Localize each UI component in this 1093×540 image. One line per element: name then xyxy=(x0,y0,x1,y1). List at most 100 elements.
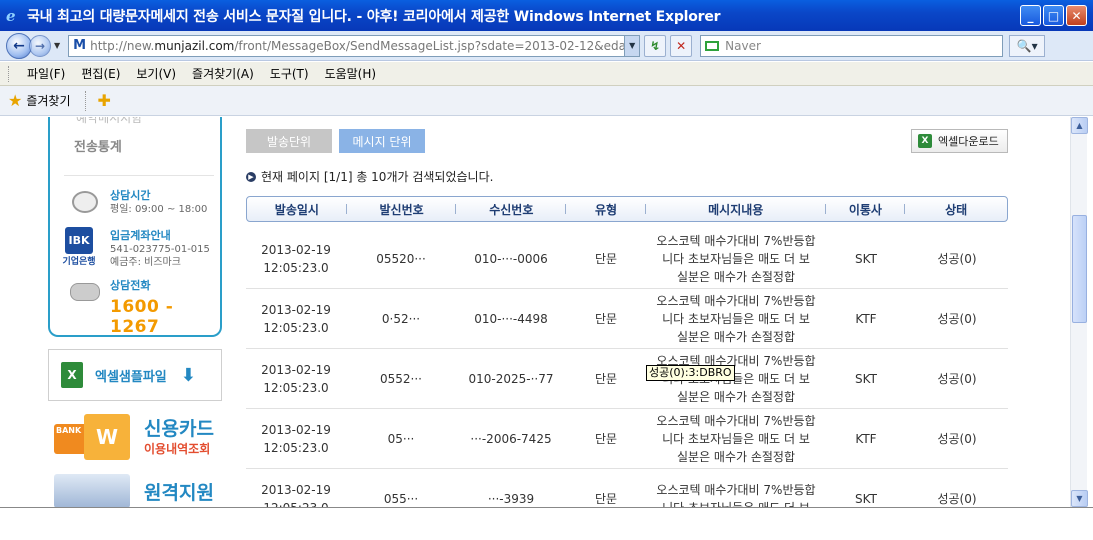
row-status[interactable]: 성공(0) xyxy=(906,490,1008,508)
search-button[interactable]: 🔍▾ xyxy=(1009,34,1046,57)
naver-icon xyxy=(705,40,720,51)
row-status[interactable]: 성공(0) xyxy=(906,430,1008,448)
address-input[interactable]: M http://new. munjazil.com/front/MessageB… xyxy=(68,34,641,57)
add-favorite-icon[interactable]: ✚ xyxy=(98,91,111,110)
row-receiver: 010-···-0006 xyxy=(474,251,548,266)
bottom-blank-area xyxy=(0,507,1093,540)
menu-favorites[interactable]: 즐겨찾기(A) xyxy=(192,65,254,82)
row-date: 2013-02-19 xyxy=(261,482,331,497)
row-sender: 05520··· xyxy=(376,251,426,266)
row-time: 12:05:23.0 xyxy=(263,260,329,275)
card-history-banner[interactable]: BANK W 신용카드 이용내역조회 xyxy=(54,412,224,462)
row-type: 단문 xyxy=(594,371,618,386)
table-row: 2013-02-1912:05:23.0 055··· ···-3939 단문 … xyxy=(246,469,1008,508)
menu-grip xyxy=(8,65,11,82)
sidebar: 예약메시지함 전송통계 상담시간 평일: 09:00 ~ 18:00 IBK 기… xyxy=(48,117,222,507)
table-row: 2013-02-19 12:05:23.0 05520··· 010-···-00… xyxy=(246,229,1008,289)
tab-send-unit[interactable]: 발송단위 xyxy=(246,129,332,153)
sidebar-item-reserved[interactable]: 예약메시지함 xyxy=(76,117,142,126)
search-placeholder: Naver xyxy=(725,38,761,53)
customer-info-panel: 예약메시지함 전송통계 상담시간 평일: 09:00 ~ 18:00 IBK 기… xyxy=(48,117,222,337)
result-count-text: 현재 페이지 [1/1] 총 10개가 검색되었습니다. xyxy=(261,170,494,184)
bank-name: 기업은행 xyxy=(62,257,96,267)
account-holder: 예금주: 비즈마크 xyxy=(110,257,181,268)
favorites-bar: ★ 즐겨찾기 ✚ xyxy=(0,86,1093,116)
search-input[interactable]: Naver xyxy=(700,34,1004,57)
table-header: 발송일시 발신번호 수신번호 유형 메시지내용 이통사 상태 xyxy=(246,196,1008,222)
ibk-bank-icon: IBK xyxy=(65,227,93,254)
stop-button[interactable]: ✕ xyxy=(670,34,693,57)
scroll-down-icon[interactable]: ▼ xyxy=(1071,490,1088,507)
row-receiver: ···-3939 xyxy=(487,491,535,506)
excel-sample-label: 엑셀샘플파일 xyxy=(95,369,167,385)
credit-card-icon: BANK W xyxy=(54,414,130,460)
table-row: 2013-02-19 12:05:23.0 05··· ···-2006-7425… xyxy=(246,409,1008,469)
table-body: 2013-02-19 12:05:23.0 05520··· 010-···-00… xyxy=(246,229,1008,507)
maximize-button[interactable]: □ xyxy=(1043,5,1064,26)
bullet-arrow-icon: ▶ xyxy=(246,171,256,182)
row-sender: 055··· xyxy=(383,491,419,506)
col-receiver: 수신번호 xyxy=(456,196,566,222)
card-subtitle: 이용내역조회 xyxy=(144,441,211,456)
sidebar-item-stats[interactable]: 전송통계 xyxy=(74,136,122,155)
site-favicon-icon: M xyxy=(73,38,87,53)
menu-file[interactable]: 파일(F) xyxy=(27,65,65,82)
vertical-scrollbar[interactable]: ▲ ▼ xyxy=(1070,117,1088,507)
row-type: 단문 xyxy=(594,491,618,506)
row-time: 12:05:23.0 xyxy=(263,380,329,395)
remote-title: 원격지원 xyxy=(144,481,214,504)
row-sender: 05··· xyxy=(387,431,415,446)
row-date: 2013-02-19 xyxy=(261,422,331,437)
favorites-button[interactable]: 즐겨찾기 xyxy=(26,92,70,109)
row-status[interactable]: 성공(0) xyxy=(906,310,1008,328)
menu-help[interactable]: 도움말(H) xyxy=(325,65,377,82)
phone-number: 1600 - 1267 xyxy=(110,297,174,337)
menu-edit[interactable]: 편집(E) xyxy=(81,65,120,82)
tab-message-unit[interactable]: 메시지 단위 xyxy=(339,129,425,153)
row-carrier: KTF xyxy=(855,311,877,326)
page-viewport: 예약메시지함 전송통계 상담시간 평일: 09:00 ~ 18:00 IBK 기… xyxy=(0,117,1093,507)
url-domain: munjazil.com xyxy=(154,38,235,53)
col-type: 유형 xyxy=(566,196,646,222)
row-time: 12:05:23.0 xyxy=(263,499,328,508)
row-msg-line: 실분은 매수가 손절정합 xyxy=(676,389,796,404)
refresh-button[interactable]: ↯ xyxy=(644,34,667,57)
row-carrier: KTF xyxy=(855,431,877,446)
scroll-up-icon[interactable]: ▲ xyxy=(1071,117,1088,134)
row-status[interactable]: 성공(0) xyxy=(906,370,1008,388)
title-bar: e 국내 최고의 대량문자메세지 전송 서비스 문자질 입니다. - 야후! 코… xyxy=(0,0,1093,31)
row-msg-line: 니다 초보자님들은 매도 더 보 xyxy=(662,431,810,446)
col-message: 메시지내용 xyxy=(646,196,826,222)
scroll-thumb[interactable] xyxy=(1072,215,1087,323)
excel-sample-button[interactable]: X 엑셀샘플파일 ⬇ xyxy=(48,349,222,401)
table-row: 2013-02-19 12:05:23.0 0552··· 010-2025-··… xyxy=(246,349,1008,409)
phone-icon xyxy=(70,283,100,301)
menu-tools[interactable]: 도구(T) xyxy=(270,65,309,82)
row-msg-line: 실분은 매수가 손절정합 xyxy=(676,449,796,464)
row-status[interactable]: 성공(0) xyxy=(906,250,1008,268)
ie-logo-icon: e xyxy=(6,6,16,25)
remote-support-icon xyxy=(54,474,130,507)
row-receiver: 010-2025-··77 xyxy=(468,371,554,386)
recent-pages-dropdown-icon[interactable]: ▼ xyxy=(54,41,60,50)
excel-download-button[interactable]: X 엑셀다운로드 xyxy=(911,129,1008,153)
account-number: 541-023775-01-015 xyxy=(110,244,210,255)
row-type: 단문 xyxy=(594,251,618,266)
address-dropdown-icon[interactable]: ▼ xyxy=(624,35,640,56)
window-controls: _ □ ✕ xyxy=(1020,5,1087,26)
row-msg-line: 오스코텍 매수가대비 7%반등합 xyxy=(656,233,816,248)
row-msg-line: 오스코텍 매수가대비 7%반등합 xyxy=(656,413,816,428)
menu-view[interactable]: 보기(V) xyxy=(136,65,176,82)
row-date: 2013-02-19 xyxy=(261,242,331,257)
url-path: /front/MessageBox/SendMessageList.jsp?sd… xyxy=(234,38,641,53)
forward-button[interactable]: → xyxy=(29,34,51,57)
remote-support-banner[interactable]: 원격지원 xyxy=(54,471,224,507)
col-sent-time: 발송일시 xyxy=(247,196,347,222)
hours-info: 상담시간 평일: 09:00 ~ 18:00 xyxy=(68,187,207,217)
account-title: 입금계좌안내 xyxy=(110,229,171,242)
close-button[interactable]: ✕ xyxy=(1066,5,1087,26)
minimize-button[interactable]: _ xyxy=(1020,5,1041,26)
hours-value: 평일: 09:00 ~ 18:00 xyxy=(110,204,208,215)
col-sender: 발신번호 xyxy=(347,196,457,222)
row-carrier: SKT xyxy=(855,251,877,266)
